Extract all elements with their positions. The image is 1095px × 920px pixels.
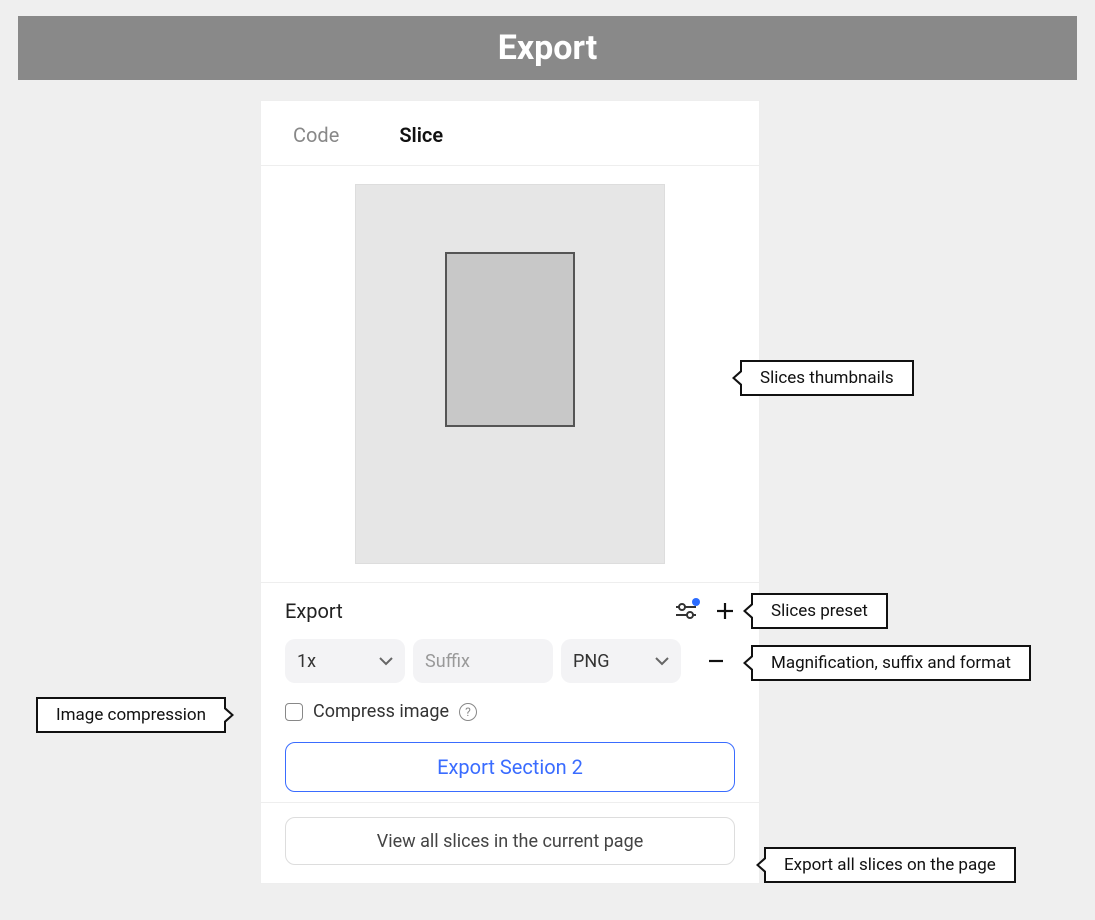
export-panel: Code Slice Export <box>260 100 760 884</box>
add-preset-icon[interactable] <box>715 601 735 621</box>
divider <box>261 802 759 803</box>
export-header-actions <box>675 601 735 621</box>
view-all-slices-label: View all slices in the current page <box>377 831 644 852</box>
callout-thumbnails: Slices thumbnails <box>740 360 914 396</box>
tab-code[interactable]: Code <box>293 123 339 147</box>
suffix-input[interactable]: Suffix <box>413 639 553 683</box>
export-button-label: Export Section 2 <box>437 755 583 779</box>
export-header-row: Export <box>285 599 735 623</box>
format-select[interactable]: PNG <box>561 639 681 683</box>
suffix-placeholder: Suffix <box>425 651 470 672</box>
export-preset-row: 1x Suffix PNG <box>285 639 735 683</box>
tabs-row: Code Slice <box>261 101 759 166</box>
slice-preview-area <box>261 166 759 583</box>
slice-thumbnail-canvas <box>355 184 665 564</box>
export-button[interactable]: Export Section 2 <box>285 742 735 792</box>
compress-row: Compress image ? <box>285 701 735 722</box>
scale-select[interactable]: 1x <box>285 639 405 683</box>
help-icon[interactable]: ? <box>459 703 477 721</box>
callout-preset: Slices preset <box>751 593 888 629</box>
view-all-slices-button[interactable]: View all slices in the current page <box>285 817 735 865</box>
callout-compression: Image compression <box>36 697 226 733</box>
scale-value: 1x <box>297 651 316 672</box>
page-header: Export <box>18 16 1077 80</box>
preset-settings-icon[interactable] <box>675 601 697 621</box>
preset-indicator-dot <box>692 598 700 606</box>
export-section-title: Export <box>285 599 343 623</box>
callout-all-slices: Export all slices on the page <box>764 847 1016 883</box>
compress-label: Compress image <box>313 701 449 722</box>
chevron-down-icon <box>655 657 669 666</box>
remove-preset-icon[interactable] <box>701 646 731 676</box>
page-title: Export <box>498 28 598 68</box>
compress-checkbox[interactable] <box>285 703 303 721</box>
export-section: Export <box>261 583 759 883</box>
slice-bounding-box[interactable] <box>445 252 575 427</box>
format-value: PNG <box>573 651 609 672</box>
tab-slice[interactable]: Slice <box>399 123 443 147</box>
chevron-down-icon <box>379 657 393 666</box>
callout-row: Magnification, suffix and format <box>751 645 1031 681</box>
